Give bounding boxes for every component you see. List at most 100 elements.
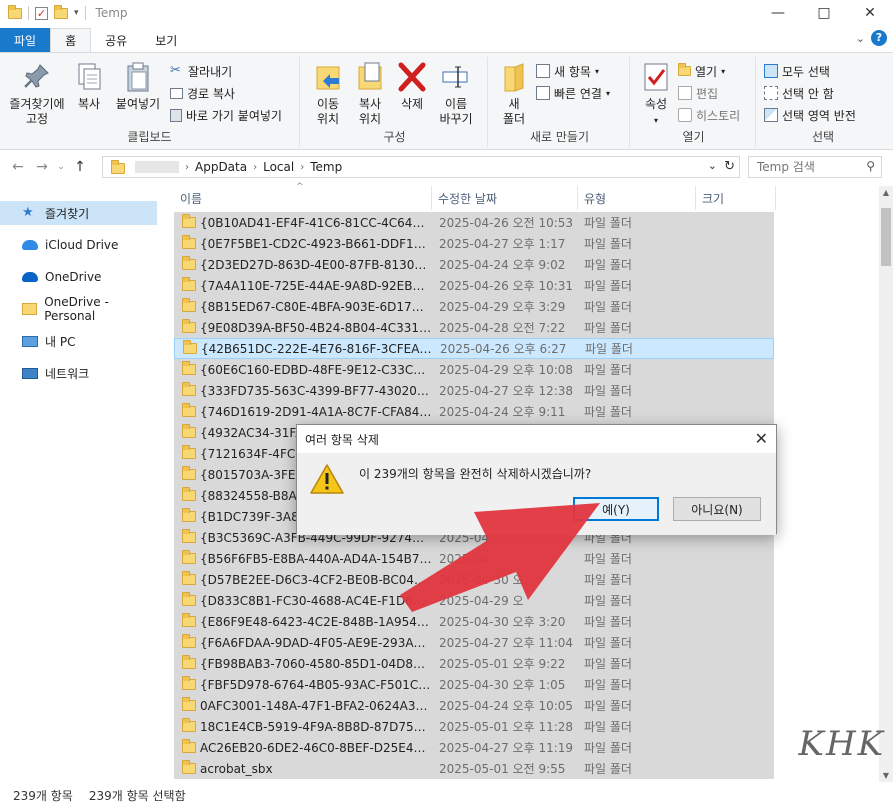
file-type: 파일 폴더 <box>584 762 632 776</box>
minimize-button[interactable]: — <box>755 0 801 26</box>
table-row[interactable]: AC26EB20-6DE2-46C0-8BEF-D25E442... 2025-0… <box>174 737 774 758</box>
maximize-button[interactable]: □ <box>801 0 847 26</box>
nav-item-quick-access[interactable]: ★ 즐겨찾기 <box>0 201 157 225</box>
nav-item-network[interactable]: 네트워크 <box>0 361 157 385</box>
move-to-icon <box>316 66 340 90</box>
column-header-modified[interactable]: 수정한 날짜 <box>432 186 578 210</box>
column-header-name[interactable]: 이름 ^ <box>174 182 432 210</box>
search-input[interactable] <box>757 160 857 174</box>
nav-item-onedrive-personal[interactable]: OneDrive - Personal <box>0 295 157 323</box>
file-type: 파일 폴더 <box>584 615 632 629</box>
watermark-signature: KHK <box>798 724 885 764</box>
file-date: 2025-04-27 오후 11:04 <box>439 636 574 650</box>
copy-path-button[interactable]: 경로 복사 <box>170 83 235 103</box>
table-row[interactable]: {8B15ED67-C80E-4BFA-903E-6D17D1F... 2025-… <box>174 296 774 317</box>
back-button[interactable]: ← <box>6 159 30 175</box>
tab-home[interactable]: 홈 <box>50 28 92 52</box>
edit-button[interactable]: 편집 <box>678 83 718 103</box>
refresh-icon[interactable]: ↻ <box>724 159 735 174</box>
cut-button[interactable]: ✂ 잘라내기 <box>170 61 232 81</box>
tab-file[interactable]: 파일 <box>0 28 51 52</box>
table-row[interactable]: 18C1E4CB-5919-4F9A-8B8D-87D7514... 2025-0… <box>174 716 774 737</box>
open-button[interactable]: 열기 ▾ <box>678 61 725 81</box>
table-row[interactable]: {60E6C160-EDBD-48FE-9E12-C33CAE0... 2025-… <box>174 359 774 380</box>
help-icon[interactable]: ? <box>871 30 887 46</box>
table-row[interactable]: {42B651DC-222E-4E76-816F-3CFEA34... 2025-… <box>174 338 774 359</box>
invert-selection-button[interactable]: 선택 영역 반전 <box>764 105 856 125</box>
vertical-scrollbar[interactable]: ▲ ▼ <box>879 186 893 782</box>
nav-item-onedrive[interactable]: OneDrive <box>0 265 157 289</box>
forward-button[interactable]: → <box>30 159 54 175</box>
rename-button[interactable]: 이름 바꾸기 <box>434 61 478 127</box>
close-button[interactable]: ✕ <box>847 0 893 26</box>
table-row[interactable]: {F6A6FDAA-9DAD-4F05-AE9E-293A2D... 2025-0… <box>174 632 774 653</box>
copy-button[interactable]: 복사 <box>66 61 112 112</box>
select-all-button[interactable]: 모두 선택 <box>764 61 830 81</box>
table-row[interactable]: {0B10AD41-EF4F-41C6-81CC-4C64241... 2025-… <box>174 212 774 233</box>
nav-label: 내 PC <box>45 334 76 349</box>
scroll-up-icon[interactable]: ▲ <box>879 188 893 197</box>
delete-button[interactable]: 삭제 <box>392 61 432 112</box>
file-date: 2025-04-26 오후 6:27 <box>440 342 567 356</box>
paste-shortcut-label: 바로 가기 붙여넣기 <box>186 108 282 123</box>
table-row[interactable]: {FBF5D978-6764-4B05-93AC-F501C6D... 2025-… <box>174 674 774 695</box>
table-row[interactable]: {B56F6FB5-E8BA-440A-AD4A-154B75E... 2025-… <box>174 548 774 569</box>
new-item-button[interactable]: 새 항목 ▾ <box>536 61 599 81</box>
up-button[interactable]: ↑ <box>68 159 92 175</box>
table-row[interactable]: {7A4A110E-725E-44AE-9A8D-92EB57F... 2025-… <box>174 275 774 296</box>
folder-icon <box>111 160 125 174</box>
pin-quick-access-button[interactable]: 즐겨찾기에 고정 <box>4 61 70 127</box>
search-box[interactable]: ⚲ <box>748 156 882 178</box>
column-header-type[interactable]: 유형 <box>578 186 696 210</box>
properties-button[interactable]: 속성 ▾ <box>636 61 676 128</box>
rename-label-2: 바꾸기 <box>439 112 473 126</box>
scroll-down-icon[interactable]: ▼ <box>879 771 893 780</box>
paste-shortcut-button[interactable]: 바로 가기 붙여넣기 <box>170 105 282 125</box>
table-row[interactable]: {D57BE2EE-D6C3-4CF2-BE0B-BC042BA... 2025-… <box>174 569 774 590</box>
table-row[interactable]: 0AFC3001-148A-47F1-BFA2-0624A3A... 2025-0… <box>174 695 774 716</box>
nav-item-icloud-drive[interactable]: iCloud Drive <box>0 233 157 257</box>
column-header-size[interactable]: 크기 <box>696 186 776 210</box>
move-to-button[interactable]: 이동 위치 <box>306 61 350 127</box>
address-dropdown-icon[interactable]: ⌄ <box>708 159 717 172</box>
breadcrumb-appdata[interactable]: AppData <box>195 160 247 174</box>
no-button[interactable]: 아니요(N) <box>673 497 761 521</box>
copy-to-button[interactable]: 복사 위치 <box>348 61 392 127</box>
table-row[interactable]: {746D1619-2D91-4A1A-8C7F-CFA84D... 2025-0… <box>174 401 774 422</box>
history-button[interactable]: 히스토리 <box>678 105 740 125</box>
file-date: 2025-04-27 오후 1:17 <box>439 237 566 251</box>
easy-access-button[interactable]: 빠른 연결 ▾ <box>536 83 610 103</box>
breadcrumb-local[interactable]: Local <box>263 160 294 174</box>
nav-item-this-pc[interactable]: 내 PC <box>0 329 157 353</box>
table-row[interactable]: {9E08D39A-BF50-4B24-8B04-4C3317C... 2025-… <box>174 317 774 338</box>
table-row[interactable]: acrobat_sbx 2025-05-01 오전 9:55 파일 폴더 <box>174 758 774 779</box>
tab-share[interactable]: 공유 <box>91 28 141 52</box>
new-folder-quick-icon[interactable] <box>54 4 68 19</box>
sort-ascending-icon: ^ <box>296 182 304 192</box>
chevron-down-icon: ▾ <box>721 66 726 76</box>
table-row[interactable]: {333FD735-563C-4399-BF77-430204A... 2025-… <box>174 380 774 401</box>
table-row[interactable]: {FB98BAB3-7060-4580-85D1-04D8DB... 2025-0… <box>174 653 774 674</box>
scrollbar-thumb[interactable] <box>881 208 891 266</box>
yes-button[interactable]: 예(Y) <box>573 497 659 521</box>
table-row[interactable]: {D833C8B1-FC30-4688-AC4E-F1D6A8... 2025-0… <box>174 590 774 611</box>
table-row[interactable]: {2D3ED27D-863D-4E00-87FB-813033... 2025-0… <box>174 254 774 275</box>
open-group: 속성 ▾ 열기 ▾ 편집 히스토리 열기 <box>632 57 756 147</box>
chevron-down-icon[interactable]: ▾ <box>74 8 79 18</box>
select-none-button[interactable]: 선택 안 함 <box>764 83 834 103</box>
status-bar: 239개 항목 239개 항목 선택함 <box>0 786 893 804</box>
table-row[interactable]: {0E7F5BE1-CD2C-4923-B661-DDF1744... 2025-… <box>174 233 774 254</box>
breadcrumb-temp[interactable]: Temp <box>310 160 342 174</box>
table-row[interactable]: {E86F9E48-6423-4C2E-848B-1A95449... 2025-… <box>174 611 774 632</box>
tab-view[interactable]: 보기 <box>141 28 191 52</box>
paste-button[interactable]: 붙여넣기 <box>110 61 166 112</box>
new-folder-button[interactable]: 새 폴더 <box>494 61 534 127</box>
properties-quick-icon[interactable]: ✓ <box>35 6 48 20</box>
address-bar[interactable]: › AppData › Local › Temp ⌄ ↻ <box>102 156 740 178</box>
folder-icon <box>182 592 196 606</box>
chevron-down-icon[interactable]: ⌄ <box>856 32 865 45</box>
dialog-close-button[interactable]: ✕ <box>755 429 768 448</box>
folder-icon <box>182 277 196 291</box>
recent-locations-chevron-icon[interactable]: ⌄ <box>54 162 68 172</box>
file-type: 파일 폴더 <box>584 216 632 230</box>
